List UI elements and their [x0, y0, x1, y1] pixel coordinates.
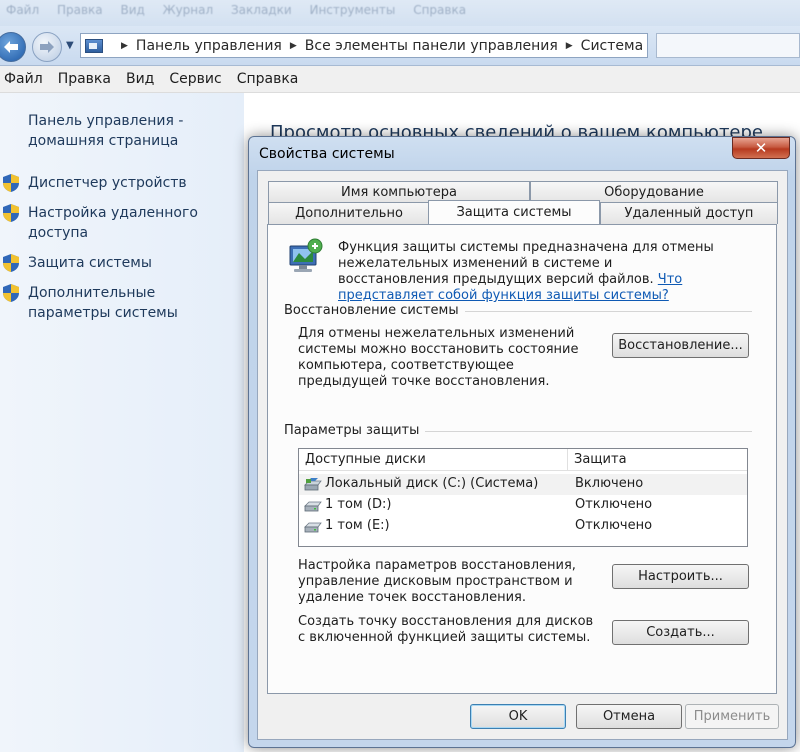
- system-properties-dialog: Свойства системы ✕ Имя компьютера Оборуд…: [248, 136, 796, 748]
- list-header: Доступные диски Защита: [299, 449, 747, 471]
- menu-file[interactable]: Файл: [4, 71, 43, 87]
- shield-icon: [3, 174, 19, 192]
- restore-group-title: Восстановление системы: [284, 303, 465, 318]
- drive-protection-status: Включено: [575, 476, 644, 491]
- tab-label: Дополнительно: [295, 206, 403, 221]
- drives-list[interactable]: Доступные диски Защита Локальный диск (C…: [298, 448, 748, 547]
- drive-name: 1 том (D:): [325, 497, 392, 512]
- chevron-right-icon[interactable]: ▶: [121, 41, 128, 51]
- ghost-menu-item: Закладки: [230, 3, 292, 17]
- drive-protection-status: Отключено: [575, 518, 653, 533]
- sidebar-item-system-protection[interactable]: Защита системы: [2, 253, 242, 273]
- breadcrumb-control-panel[interactable]: Панель управления: [136, 38, 282, 54]
- back-button[interactable]: [0, 32, 26, 62]
- button-label: Применить: [693, 709, 771, 724]
- sidebar-item-label: Дополнительные параметры системы: [28, 285, 178, 321]
- tab-advanced[interactable]: Дополнительно: [268, 202, 430, 224]
- chevron-down-icon[interactable]: ▼: [66, 40, 74, 51]
- arrow-left-icon: [4, 41, 18, 53]
- chevron-right-icon[interactable]: ▶: [566, 41, 573, 51]
- drive-name: 1 том (E:): [325, 518, 390, 533]
- menu-view[interactable]: Вид: [126, 71, 154, 87]
- dialog-title: Свойства системы: [259, 146, 395, 162]
- tab-label: Удаленный доступ: [624, 206, 754, 221]
- tab-label: Защита системы: [456, 205, 572, 220]
- button-label: Отмена: [602, 709, 656, 724]
- sidebar-item-label: Настройка удаленного доступа: [28, 205, 198, 241]
- column-header-protection[interactable]: Защита: [574, 452, 627, 467]
- chevron-right-icon[interactable]: ▶: [290, 41, 297, 51]
- sidebar-item-label: Диспетчер устройств: [28, 175, 187, 191]
- tab-label: Имя компьютера: [341, 185, 457, 200]
- close-button[interactable]: ✕: [732, 137, 790, 159]
- button-label: Настроить...: [638, 569, 723, 584]
- tab-system-protection[interactable]: Защита системы: [428, 200, 600, 224]
- ghost-menu-item: Инструменты: [309, 3, 396, 17]
- drive-name: Локальный диск (C:) (Система): [325, 476, 539, 491]
- create-description: Создать точку восстановления для дисков …: [298, 614, 594, 645]
- address-field[interactable]: ▶ Панель управления ▶ Все элементы панел…: [80, 33, 648, 58]
- shield-icon: [3, 254, 19, 272]
- system-protection-icon: [289, 238, 323, 272]
- create-button[interactable]: Создать...: [612, 620, 749, 645]
- intro-text: Функция защиты системы предназначена для…: [338, 240, 718, 304]
- sidebar-item-device-manager[interactable]: Диспетчер устройств: [2, 173, 242, 193]
- search-input[interactable]: [656, 33, 800, 58]
- apply-button[interactable]: Применить: [685, 704, 779, 729]
- button-label: OK: [508, 709, 528, 724]
- address-toolbar: ▼ ▶ Панель управления ▶ Все элементы пан…: [0, 26, 800, 66]
- sidebar-item-home[interactable]: Панель управления - домашняя страница: [28, 111, 228, 151]
- breadcrumb-all-items[interactable]: Все элементы панели управления: [305, 38, 558, 54]
- configure-button[interactable]: Настроить...: [612, 564, 749, 589]
- drive-icon: [304, 501, 322, 512]
- tab-label: Оборудование: [604, 185, 704, 200]
- button-label: Восстановление...: [618, 338, 743, 353]
- sidebar-item-remote-settings[interactable]: Настройка удаленного доступа: [2, 203, 242, 243]
- ghost-menu-item: Справка: [413, 3, 467, 17]
- system-protection-panel: Функция защиты системы предназначена для…: [267, 224, 777, 694]
- sidebar-item-advanced-settings[interactable]: Дополнительные параметры системы: [2, 283, 242, 323]
- restore-description: Для отмены нежелательных изменений систе…: [298, 326, 579, 389]
- cancel-button[interactable]: Отмена: [576, 704, 682, 729]
- menu-edit[interactable]: Правка: [58, 71, 111, 87]
- sidebar-item-label: Защита системы: [28, 255, 152, 271]
- list-item[interactable]: 1 том (D:) Отключено: [299, 495, 747, 516]
- forward-button[interactable]: [32, 32, 62, 62]
- background-window-menu: Файл Правка Вид Журнал Закладки Инструме…: [0, 0, 800, 26]
- system-drive-icon: [304, 478, 322, 491]
- breadcrumb-system[interactable]: Система: [581, 38, 643, 54]
- shield-icon: [3, 284, 19, 302]
- drive-protection-status: Отключено: [575, 497, 653, 512]
- menu-help[interactable]: Справка: [237, 71, 299, 87]
- ghost-menu-item: Вид: [120, 3, 145, 17]
- button-label: Создать...: [646, 625, 715, 640]
- sidebar: Панель управления - домашняя страница Ди…: [0, 93, 244, 752]
- ghost-menu-item: Журнал: [162, 3, 214, 17]
- drive-icon: [304, 522, 322, 533]
- tab-remote[interactable]: Удаленный доступ: [600, 202, 778, 224]
- system-restore-button[interactable]: Восстановление...: [612, 333, 749, 358]
- protection-group-title: Параметры защиты: [284, 423, 426, 438]
- control-panel-icon: [85, 38, 103, 53]
- close-icon: ✕: [754, 139, 768, 157]
- column-separator: [567, 449, 568, 471]
- dialog-body: Имя компьютера Оборудование Дополнительн…: [257, 170, 788, 740]
- list-item[interactable]: 1 том (E:) Отключено: [299, 516, 747, 537]
- arrow-right-icon: [40, 41, 54, 53]
- column-header-drives[interactable]: Доступные диски: [305, 452, 426, 467]
- menu-tools[interactable]: Сервис: [169, 71, 221, 87]
- shield-icon: [3, 204, 19, 222]
- ghost-menu-item: Правка: [56, 3, 103, 17]
- ok-button[interactable]: OK: [470, 704, 566, 729]
- ghost-menu-item: Файл: [6, 3, 40, 17]
- menu-bar: Файл Правка Вид Сервис Справка: [0, 66, 800, 93]
- configure-description: Настройка параметров восстановления, упр…: [298, 558, 576, 605]
- list-item[interactable]: Локальный диск (C:) (Система) Включено: [299, 474, 747, 495]
